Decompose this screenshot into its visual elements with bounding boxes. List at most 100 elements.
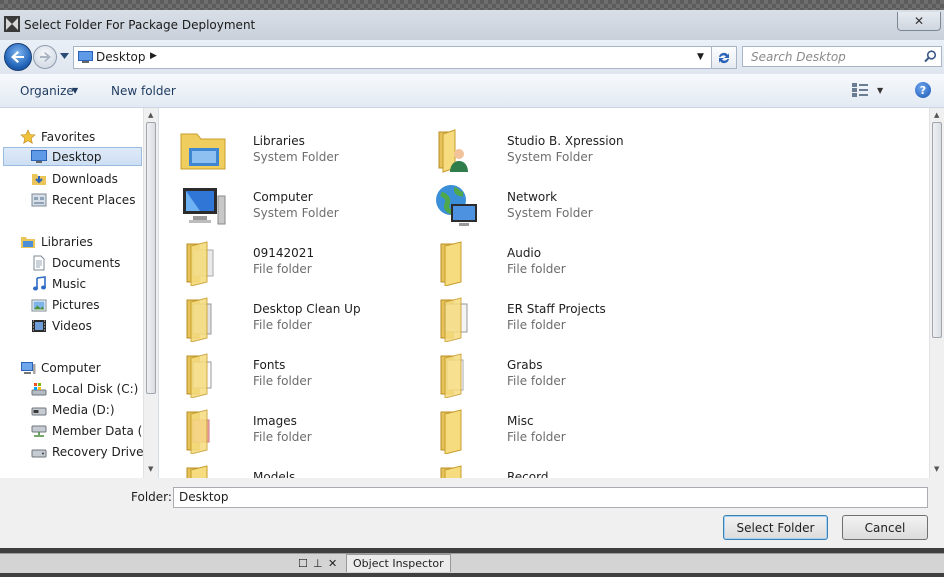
folder-icon [440, 353, 464, 398]
item-name: Misc [507, 414, 534, 428]
nav-libraries[interactable]: Libraries [20, 232, 93, 251]
pin-icon[interactable]: ⊥ [313, 557, 323, 570]
list-item-studio-b-xpression[interactable]: Studio B. Xpression System Folder [433, 124, 683, 176]
list-item-network[interactable]: Network System Folder [433, 180, 683, 232]
scroll-up-icon[interactable]: ▲ [934, 111, 939, 119]
list-item-audio[interactable]: Audio File folder [433, 236, 683, 288]
star-icon [20, 128, 36, 144]
window-title: Select Folder For Package Deployment [24, 18, 256, 32]
list-item-models[interactable]: Models [179, 460, 429, 478]
list-item-09142021[interactable]: 09142021 File folder [179, 236, 429, 288]
recent-places-icon [31, 193, 47, 206]
close-icon: ✕ [913, 14, 925, 28]
nav-item-recovery-drive[interactable]: Recovery Drive (F [31, 442, 158, 461]
file-list: Libraries System Folder Studio B. Xpress… [159, 108, 929, 478]
nav-item-label: Member Data (M [52, 423, 153, 438]
address-segment[interactable]: Desktop [96, 50, 146, 64]
list-item-desktop-clean-up[interactable]: Desktop Clean Up File folder [179, 292, 429, 344]
view-dropdown-icon[interactable]: ▼ [877, 86, 883, 95]
folder-icon [186, 353, 212, 398]
content-scroll-thumb[interactable] [932, 122, 942, 338]
forward-button[interactable] [33, 45, 57, 69]
organize-dropdown-icon[interactable]: ▼ [72, 86, 78, 95]
search-box[interactable]: Search Desktop [742, 46, 942, 67]
scroll-up-icon[interactable]: ▲ [148, 111, 153, 119]
item-type: File folder [507, 430, 566, 444]
nav-item-label: Music [52, 276, 87, 291]
item-type: File folder [507, 318, 566, 332]
nav-item-downloads[interactable]: Downloads [31, 169, 118, 188]
tab-object-inspector[interactable]: Object Inspector [346, 554, 451, 572]
nav-section-label: Computer [41, 360, 101, 375]
new-folder-button[interactable]: New folder [111, 84, 176, 98]
nav-favorites[interactable]: Favorites [20, 127, 95, 146]
nav-item-member-data[interactable]: Member Data (M [31, 421, 153, 440]
nav-scrollbar[interactable]: ▲ ▼ [143, 108, 158, 478]
list-item-record[interactable]: Record [433, 460, 683, 478]
address-bar[interactable]: Desktop ▶ ▼ [73, 46, 712, 69]
address-dropdown-icon[interactable]: ▼ [697, 52, 704, 62]
nav-item-label: Desktop [52, 149, 102, 164]
folder-icon [440, 297, 468, 342]
computer-icon [183, 188, 226, 225]
music-icon [33, 275, 46, 290]
item-name: Models [253, 470, 296, 478]
nav-item-music[interactable]: Music [31, 274, 86, 293]
nav-computer[interactable]: Computer [20, 358, 101, 377]
list-item-fonts[interactable]: Fonts File folder [179, 348, 429, 400]
nav-item-media-drive[interactable]: Media (D:) [31, 400, 115, 419]
documents-icon [33, 255, 45, 270]
folder-input[interactable]: Desktop [173, 487, 928, 508]
item-name: 09142021 [253, 246, 315, 260]
list-item-images[interactable]: Images File folder [179, 404, 429, 456]
nav-item-videos[interactable]: Videos [31, 316, 92, 335]
nav-item-documents[interactable]: Documents [31, 253, 120, 272]
list-item-er-staff-projects[interactable]: ER Staff Projects File folder [433, 292, 683, 344]
cancel-button[interactable]: Cancel [842, 515, 928, 540]
restore-icon[interactable]: ☐ [298, 557, 308, 570]
item-type: System Folder [253, 206, 339, 220]
item-name: Audio [507, 246, 542, 260]
item-type: File folder [253, 430, 312, 444]
list-item-misc[interactable]: Misc File folder [433, 404, 683, 456]
item-name: ER Staff Projects [507, 302, 606, 316]
organize-menu[interactable]: Organize [20, 84, 74, 98]
content-scrollbar[interactable]: ▲ ▼ [929, 108, 944, 478]
drive-icon [31, 407, 47, 415]
list-item-grabs[interactable]: Grabs File folder [433, 348, 683, 400]
refresh-button[interactable] [711, 46, 737, 69]
nav-item-local-disk[interactable]: Local Disk (C:) [31, 379, 138, 398]
nav-item-pictures[interactable]: Pictures [31, 295, 100, 314]
nav-section-label: Favorites [41, 129, 96, 144]
back-button[interactable] [4, 43, 32, 71]
history-dropdown-icon[interactable] [60, 53, 69, 59]
scroll-down-icon[interactable]: ▼ [148, 465, 153, 473]
item-type: File folder [253, 318, 312, 332]
list-item-libraries[interactable]: Libraries System Folder [179, 124, 429, 176]
search-icon[interactable] [924, 50, 937, 63]
item-type: System Folder [507, 206, 593, 220]
network-drive-icon [31, 425, 47, 437]
help-icon[interactable]: ? [915, 82, 931, 98]
folder-icon [440, 241, 462, 286]
folder-icon [186, 465, 208, 478]
nav-item-desktop[interactable]: Desktop [3, 147, 142, 166]
scroll-down-icon[interactable]: ▼ [934, 465, 939, 473]
search-input[interactable]: Search Desktop [751, 50, 846, 64]
list-item-computer[interactable]: Computer System Folder [179, 180, 429, 232]
item-name: Libraries [253, 134, 305, 148]
network-icon [436, 185, 477, 226]
close-panel-icon[interactable]: ✕ [328, 557, 337, 570]
nav-scroll-thumb[interactable] [146, 122, 156, 394]
nav-item-recent-places[interactable]: Recent Places [31, 190, 135, 209]
drive-icon [31, 449, 47, 457]
change-view-icon[interactable] [852, 83, 868, 97]
chevron-right-icon[interactable]: ▶ [150, 51, 157, 61]
close-button[interactable]: ✕ [897, 12, 941, 31]
item-name: Grabs [507, 358, 543, 372]
nav-item-label: Media (D:) [52, 402, 115, 417]
select-folder-button[interactable]: Select Folder [723, 515, 828, 540]
navigation-bar: Desktop ▶ ▼ Search Desktop [0, 40, 944, 74]
folder-icon [186, 409, 210, 454]
arrow-left-icon [11, 51, 24, 63]
